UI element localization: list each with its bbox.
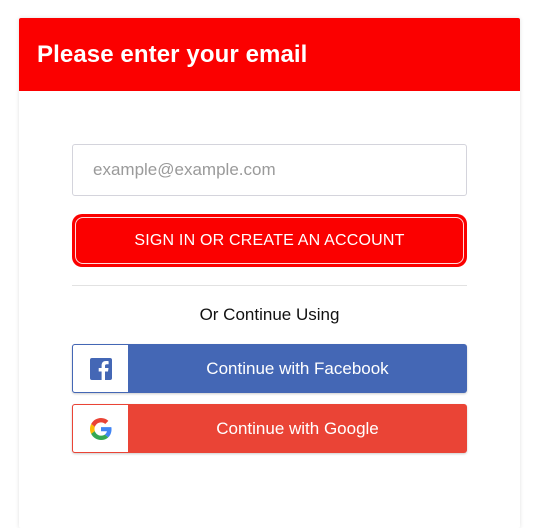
divider <box>72 285 467 286</box>
facebook-button[interactable]: Continue with Facebook <box>72 344 467 393</box>
signin-button-label: SIGN IN OR CREATE AN ACCOUNT <box>75 217 464 264</box>
page-title: Please enter your email <box>37 40 308 68</box>
google-button-label: Continue with Google <box>216 418 379 438</box>
facebook-button-label: Continue with Facebook <box>206 358 389 378</box>
or-continue-text: Or Continue Using <box>199 305 340 324</box>
google-button[interactable]: Continue with Google <box>72 404 467 453</box>
facebook-icon-box <box>72 344 128 393</box>
signin-button[interactable]: SIGN IN OR CREATE AN ACCOUNT <box>72 214 467 267</box>
login-card: Please enter your email SIGN IN OR CREAT… <box>19 18 520 528</box>
google-icon <box>89 417 112 440</box>
card-header: Please enter your email <box>19 18 520 91</box>
google-icon-box <box>72 404 128 453</box>
facebook-icon <box>89 357 112 380</box>
email-input[interactable] <box>72 144 467 196</box>
